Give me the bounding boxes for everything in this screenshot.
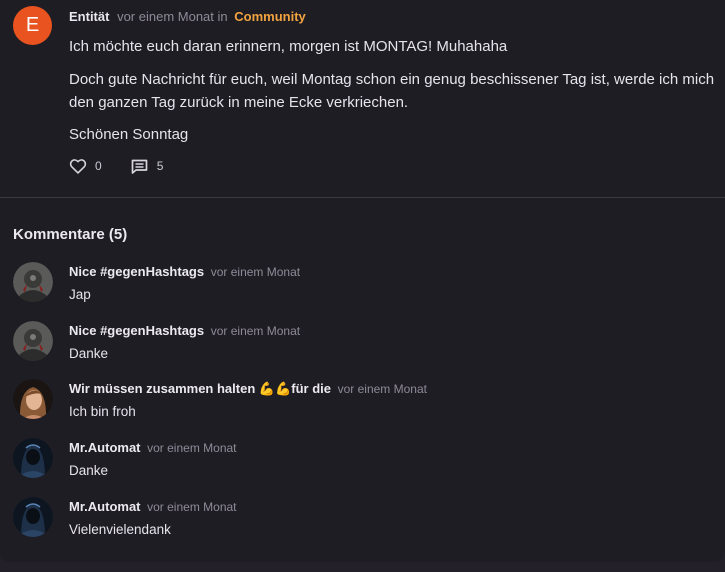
comment-avatar[interactable] (13, 379, 53, 419)
post-time: vor einem Monat (117, 9, 214, 24)
comment-time: vor einem Monat (337, 382, 427, 396)
comment-author[interactable]: Nice #gegenHashtags (69, 264, 204, 279)
comment-text: Vielenvielendank (69, 522, 171, 537)
comment-item: Mr.Automat vor einem Monat Vielenvielend… (0, 494, 725, 550)
author-avatar[interactable]: E (13, 6, 52, 45)
comment-text: Danke (69, 346, 109, 361)
comments-count: 5 (156, 159, 164, 173)
comment-author[interactable]: Mr.Automat (69, 499, 141, 514)
comment-header: Mr.Automat vor einem Monat (69, 499, 237, 514)
comment-item: Mr.Automat vor einem Monat Danke (0, 435, 725, 491)
post-actions: 0 5 (69, 156, 163, 176)
post-paragraph: Ich möchte euch daran erinnern, morgen i… (69, 38, 508, 55)
comment-item: Nice #gegenHashtags vor einem Monat Jap (0, 259, 725, 315)
comment-header: Wir müssen zusammen halten 💪💪für die vor… (69, 381, 427, 397)
comment-avatar[interactable] (13, 262, 53, 302)
comment-item: Wir müssen zusammen halten 💪💪für die vor… (0, 376, 725, 432)
comment-text: Ich bin froh (69, 404, 136, 419)
comment-author[interactable]: Mr.Automat (69, 440, 141, 455)
comment-avatar[interactable] (13, 438, 53, 478)
comment-avatar[interactable] (13, 321, 53, 361)
comment-header: Nice #gegenHashtags vor einem Monat (69, 323, 300, 338)
comment-text: Jap (69, 287, 91, 302)
comment-item: Nice #gegenHashtags vor einem Monat Dank… (0, 318, 725, 374)
post-author[interactable]: Entität (69, 9, 109, 24)
divider (0, 197, 725, 198)
like-count: 0 (95, 159, 102, 173)
comment-header: Nice #gegenHashtags vor einem Monat (69, 264, 300, 279)
post-category-link[interactable]: Community (234, 9, 306, 24)
comment-time: vor einem Monat (147, 441, 237, 455)
post-paragraph: Doch gute Nachricht für euch, weil Monta… (69, 71, 715, 111)
heart-outline-icon (69, 158, 87, 174)
post-in-label: in (217, 9, 228, 24)
comment-text: Danke (69, 463, 109, 478)
comment-header: Mr.Automat vor einem Monat (69, 440, 237, 455)
post-card: E Entität vor einem Monat in Community I… (0, 0, 725, 562)
comment-time: vor einem Monat (147, 500, 237, 514)
comment-avatar[interactable] (13, 497, 53, 537)
comments-heading: Kommentare (5) (13, 226, 128, 243)
comment-author[interactable]: Nice #gegenHashtags (69, 323, 204, 338)
like-button[interactable]: 0 (69, 158, 102, 174)
comment-time: vor einem Monat (210, 265, 301, 279)
comments-button[interactable]: 5 (131, 159, 164, 174)
comment-icon (131, 159, 148, 174)
post-paragraph: Schönen Sonntag (69, 126, 189, 143)
post: E Entität vor einem Monat in Community I… (0, 0, 725, 197)
post-meta: Entität vor einem Monat in Community (69, 9, 306, 24)
comment-time: vor einem Monat (210, 324, 301, 338)
comment-author[interactable]: Wir müssen zusammen halten 💪💪für die (69, 381, 331, 396)
